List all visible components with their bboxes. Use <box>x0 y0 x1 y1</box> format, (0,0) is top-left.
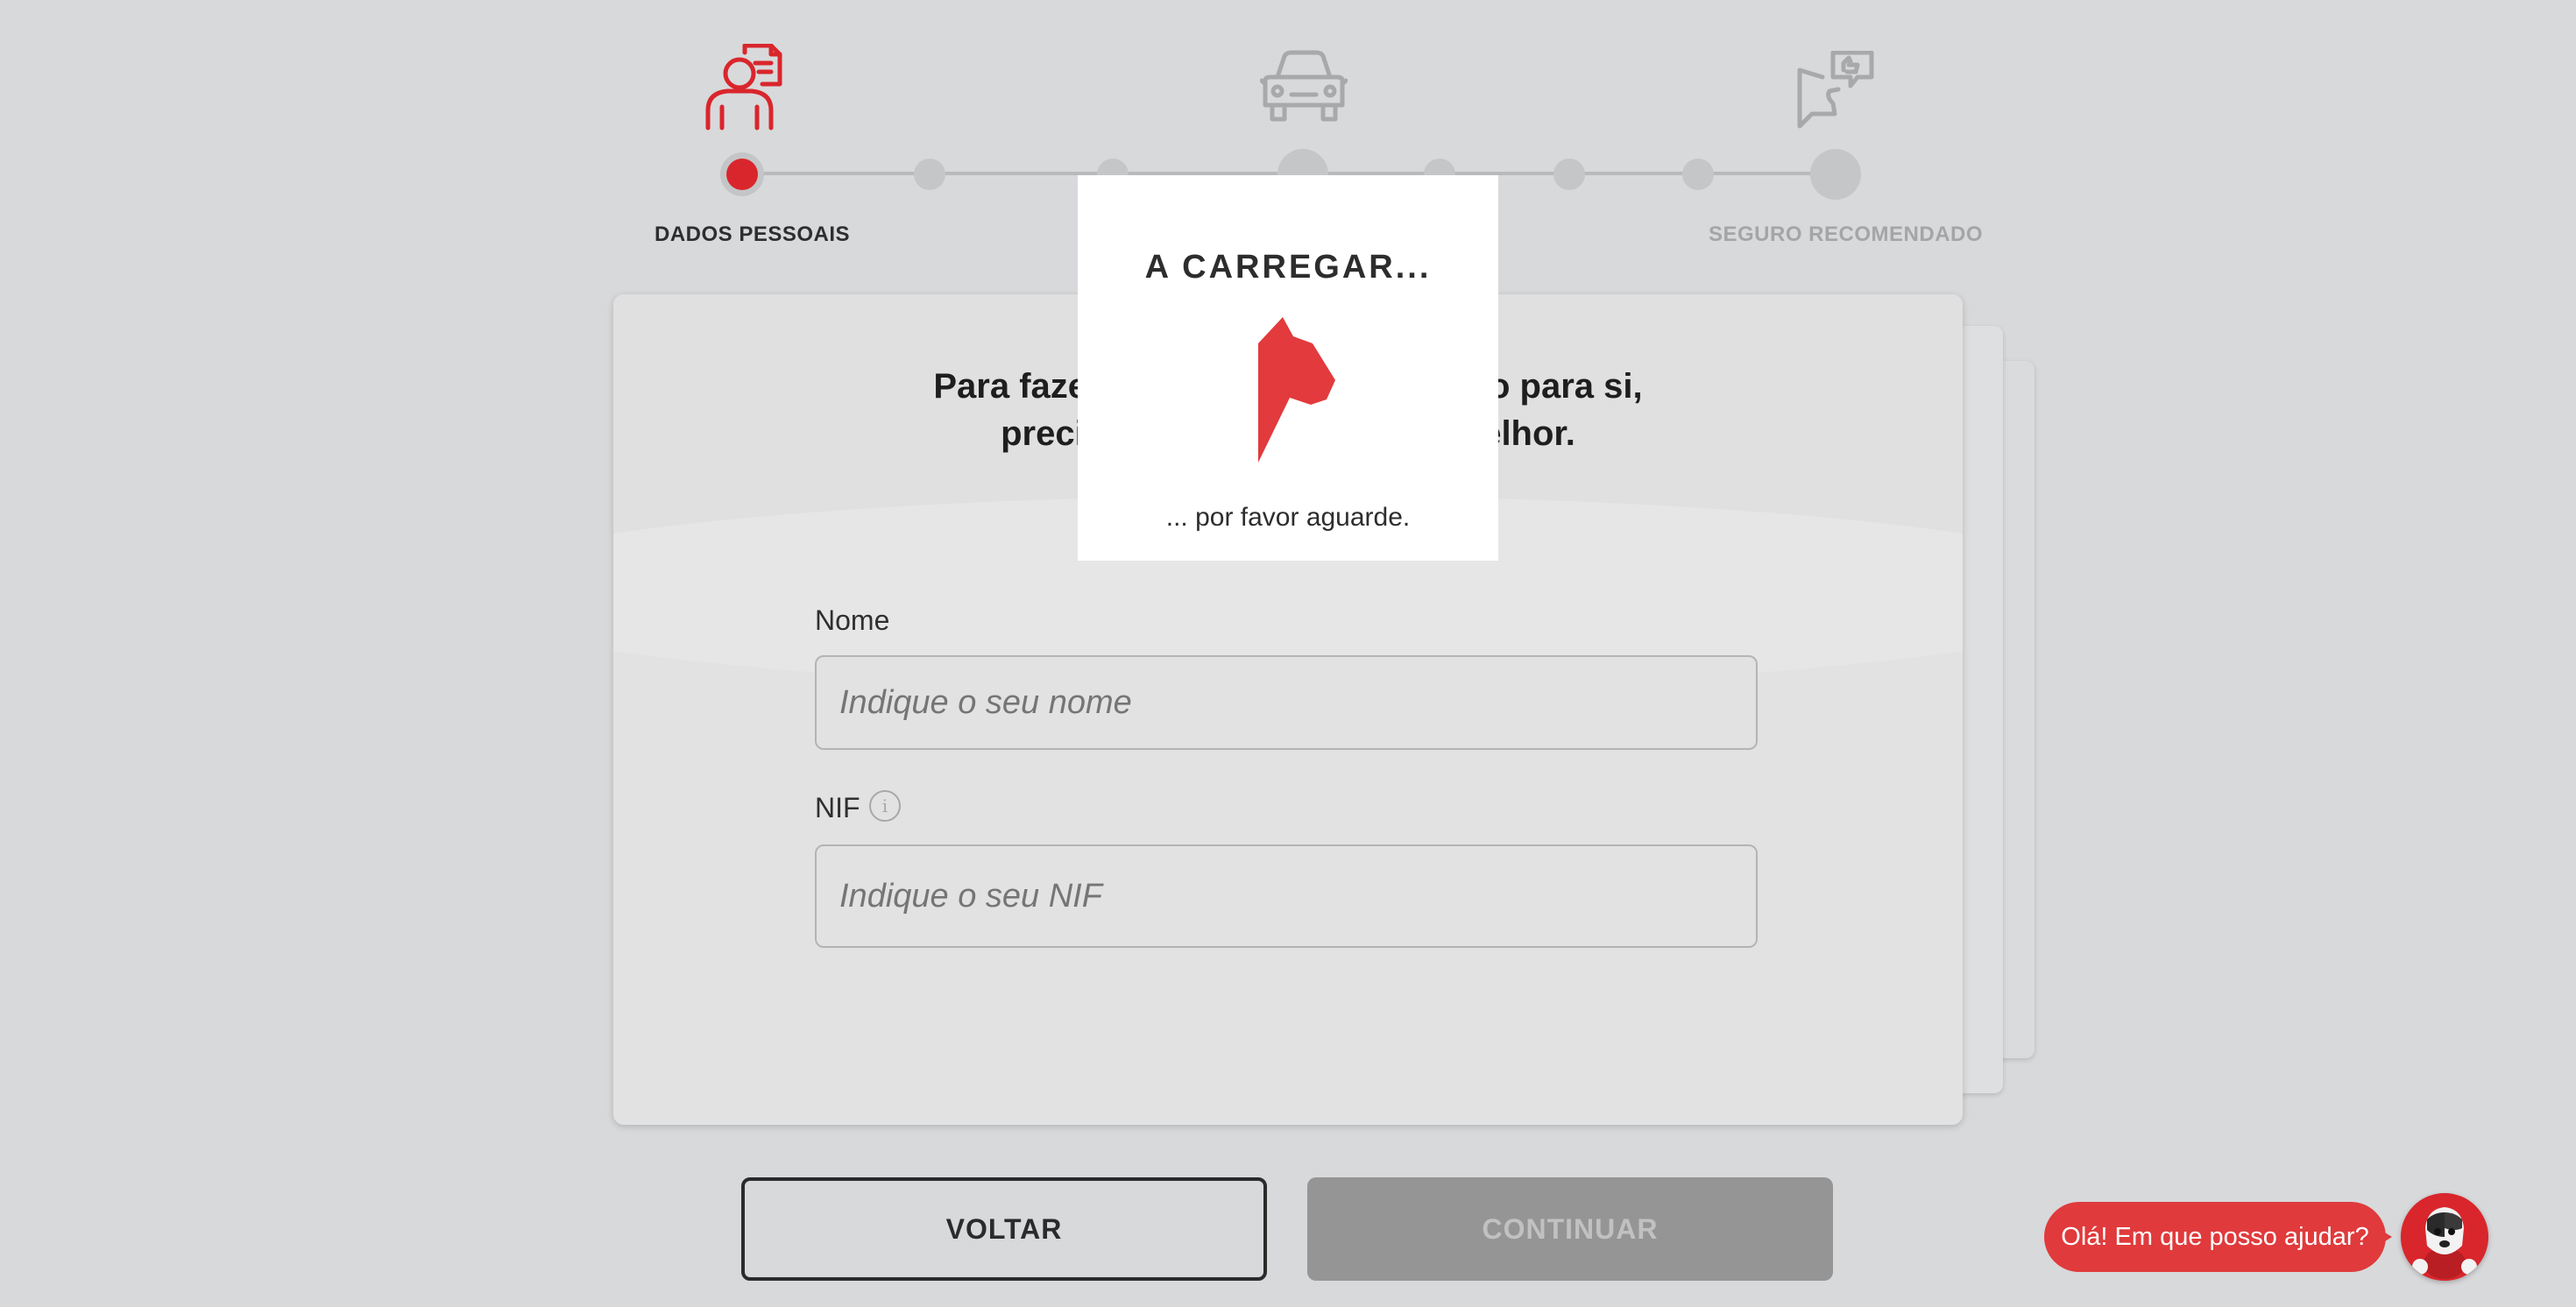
nif-input[interactable] <box>815 844 1758 948</box>
chat-mascot-icon <box>2401 1193 2488 1281</box>
continue-button[interactable]: CONTINUAR <box>1307 1177 1833 1281</box>
step-dot <box>1553 159 1585 190</box>
back-button[interactable]: VOLTAR <box>741 1177 1267 1281</box>
name-label: Nome <box>815 604 890 636</box>
chat-assistant-avatar[interactable] <box>2401 1193 2488 1281</box>
name-input[interactable] <box>815 655 1758 750</box>
chat-bubble-tail <box>2378 1228 2392 1246</box>
info-icon[interactable]: i <box>869 790 901 822</box>
brand-logo-icon <box>1258 317 1335 463</box>
person-document-icon <box>705 44 782 131</box>
step-dot <box>1682 159 1714 190</box>
nif-label: NIF <box>815 792 860 823</box>
step-dot-milestone <box>1810 149 1861 200</box>
step-label-seguro-recomendado: SEGURO RECOMENDADO <box>1709 223 1984 246</box>
speech-thumbs-up-icon <box>1797 51 1874 129</box>
car-icon <box>1260 50 1348 122</box>
loading-modal: A CARREGAR... ... por favor aguarde. <box>1078 175 1498 561</box>
step-label-dados-pessoais: DADOS PESSOAIS <box>655 223 851 246</box>
step-dot-active <box>726 159 758 190</box>
loading-subtitle: ... por favor aguarde. <box>1165 503 1411 532</box>
loading-title: A CARREGAR... <box>1144 249 1432 286</box>
step-dot <box>914 159 945 190</box>
chat-greeting-bubble[interactable]: Olá! Em que posso ajudar? <box>2044 1202 2386 1272</box>
